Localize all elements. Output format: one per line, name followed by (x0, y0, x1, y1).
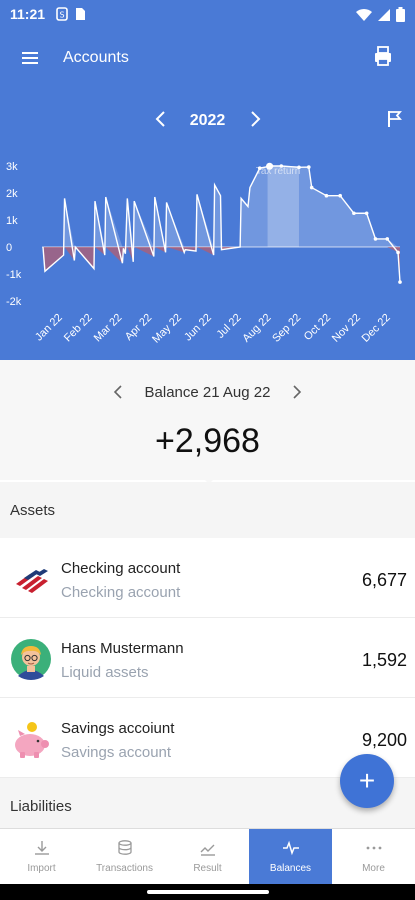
menu-icon[interactable] (20, 48, 40, 68)
piggy-bank-icon (15, 722, 49, 758)
balance-date-navigator: Balance 21 Aug 22 (0, 382, 415, 402)
status-notifications: S (56, 7, 86, 21)
account-amount: 6,677 (361, 570, 407, 590)
x-tick-label: Apr 22 (123, 312, 154, 343)
battery-icon (396, 7, 405, 22)
gesture-bar (0, 884, 415, 900)
negative-area (42, 247, 400, 283)
signal-icon (378, 8, 390, 21)
data-point (398, 280, 402, 284)
data-point (396, 250, 400, 255)
tab-label: Import (27, 863, 56, 874)
assets-header-label: Assets (10, 502, 56, 519)
data-point (306, 165, 311, 169)
data-point (385, 237, 390, 241)
more-icon (366, 846, 381, 850)
year-label: 2022 (189, 112, 226, 129)
account-name: Savings accoiunt (61, 720, 175, 737)
flag-icon[interactable] (387, 110, 403, 128)
add-button[interactable]: + (340, 754, 394, 808)
tab-more[interactable]: More (332, 829, 415, 884)
y-tick-label: -2k (6, 296, 22, 308)
x-tick-label: Jun 22 (182, 312, 214, 344)
balance-date-label: Balance 21 Aug 22 (144, 384, 271, 401)
status-bar: 11:21 S (0, 0, 415, 30)
balance-chart[interactable]: 3k 2k 1k 0 -1k -2k Tax return Jan 22Feb 22Mar 2… (0, 146, 415, 360)
balance-value: +2,968 (155, 422, 260, 460)
account-type: Liquid assets (61, 664, 149, 681)
tab-label: Transactions (96, 863, 153, 874)
stack-icon (117, 840, 132, 855)
y-tick-label: 2k (6, 188, 18, 200)
trend-icon (200, 844, 215, 856)
data-point (309, 185, 314, 190)
account-type: Savings account (61, 744, 172, 761)
data-point (352, 211, 356, 216)
data-point (324, 193, 329, 198)
chevron-right-icon[interactable] (289, 382, 303, 402)
page-title: Accounts (63, 49, 129, 66)
account-amount: 1,592 (361, 650, 407, 670)
svg-text:S: S (59, 11, 64, 20)
x-tick-label: Mar 22 (92, 312, 125, 345)
sim-card-icon (76, 8, 85, 20)
wifi-icon (356, 8, 372, 21)
year-navigator: 2022 (0, 108, 415, 132)
liabilities-header-label: Liabilities (10, 798, 72, 815)
download-icon (34, 841, 49, 855)
printer-icon[interactable] (373, 45, 393, 67)
pulse-icon (282, 840, 299, 856)
data-point (373, 237, 378, 241)
highlight-area (267, 166, 299, 247)
chart-annotation: Tax return (256, 166, 300, 177)
chevron-right-icon[interactable] (248, 108, 262, 130)
balance-section: Balance 21 Aug 22 +2,968 (0, 360, 415, 480)
notification-icon: S (56, 7, 68, 21)
bank-flag-icon (16, 569, 48, 593)
account-row-hans[interactable]: Hans Mustermann Liquid assets 1,592 (0, 618, 415, 698)
tab-result[interactable]: Result (166, 829, 249, 884)
status-time: 11:21 (10, 6, 46, 22)
y-tick-label: -1k (6, 269, 22, 281)
y-tick-label: 3k (6, 161, 18, 173)
y-tick-label: 0 (6, 242, 12, 254)
data-point (338, 193, 342, 198)
x-tick-label: Feb 22 (62, 312, 95, 345)
tab-transactions[interactable]: Transactions (83, 829, 166, 884)
account-amount: 9,200 (361, 730, 407, 750)
x-tick-label: Jan 22 (33, 312, 65, 344)
x-tick-label: Dec 22 (360, 312, 393, 345)
person-avatar-icon (11, 639, 51, 680)
data-point (364, 211, 369, 216)
account-name: Checking account (61, 560, 181, 577)
bottom-navigation: Import Transactions Result Balances More (0, 828, 415, 884)
app-bar: Accounts (0, 30, 415, 86)
account-name: Hans Mustermann (61, 640, 184, 657)
home-indicator (147, 890, 269, 894)
x-tick-label: Nov 22 (330, 312, 363, 345)
tab-import[interactable]: Import (0, 829, 83, 884)
chart-panel: 2022 3k 2k 1k 0 -1k -2k Tax return Jan 22 Feb 22… (0, 86, 415, 360)
x-tick-label: Aug 22 (240, 312, 273, 345)
x-tick-label: Sep 22 (270, 312, 303, 345)
account-row-checking[interactable]: Checking account Checking account 6,677 (0, 538, 415, 618)
x-tick-label: Oct 22 (302, 312, 333, 343)
tab-balances[interactable]: Balances (249, 829, 332, 884)
y-tick-label: 1k (6, 215, 18, 227)
x-tick-label: May 22 (150, 312, 184, 346)
assets-header: Assets (0, 482, 415, 538)
tab-label: More (362, 863, 385, 874)
tab-label: Balances (269, 863, 312, 874)
tab-label: Result (193, 863, 222, 874)
account-type: Checking account (61, 584, 181, 601)
